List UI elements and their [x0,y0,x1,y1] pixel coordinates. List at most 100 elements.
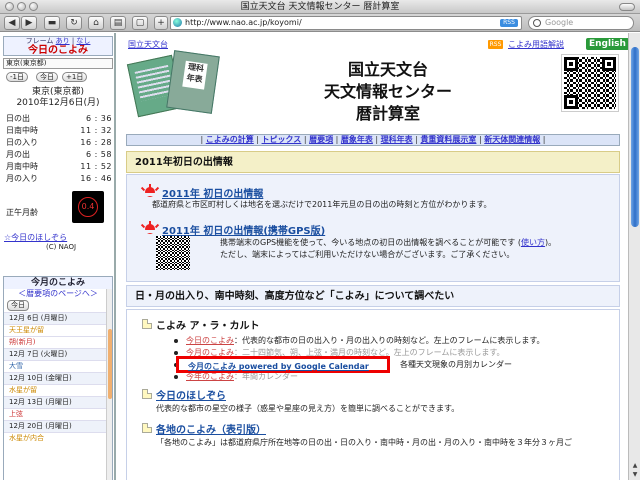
calendar-event: 水星が留 [4,384,112,396]
today-koyomi-link[interactable]: 今日のこよみ [186,336,234,345]
hoshizora-heading-link[interactable]: 今日のほしぞら [156,387,226,402]
address-url: http://www.nao.ac.jp/koyomi/ [185,18,302,27]
kakuchi-heading-link[interactable]: 各地のこよみ（表引版） [156,421,266,436]
site-nav: | こよみの計算 | トピックス | 暦要項 | 暦象年表 | 理科年表 | 貴… [126,134,620,146]
nav-calc[interactable]: こよみの計算 [206,135,254,144]
frame-on-link[interactable]: あり [56,37,70,45]
kakuchi-desc: 「各地のこよみ」は都道府県庁所在地等の日の出・日の入り・南中時・月の出・月の入り… [156,438,572,447]
qr-code-small [156,236,190,270]
home-icon[interactable]: ⌂ [88,16,104,30]
close-window-button[interactable] [5,2,14,11]
toolbar-toggle-button[interactable] [619,3,635,11]
rss-button[interactable]: RSS [500,19,518,27]
search-field[interactable]: Google [528,16,634,30]
hatsuhinode-link[interactable]: 2011年 初日の出情報 [162,185,263,200]
copyright: (C) NAOJ [46,243,77,251]
time-row: 月の入り 16 : 46 [6,174,112,183]
list-item: 今日のこよみ：代表的な都市の日の出入り・月の出入りの時刻など。左上のフレームに表… [174,335,545,347]
note-icon [142,423,152,433]
minimize-window-button[interactable] [17,2,26,11]
location-select[interactable]: 東京(東京都) [3,58,113,69]
time-row: 月の出 6 : 58 [6,150,112,159]
sunrise-icon [140,221,160,234]
today-button[interactable]: 今日 [36,72,58,82]
hoshizora-link[interactable]: ☆今日のほしぞら [4,232,67,243]
new-tab-icon[interactable]: ▢ [132,16,148,30]
time-row: 月南中時 11 : 52 [6,162,112,171]
main-scrollbar[interactable]: ▲ ▼ [628,33,640,480]
title-line: 暦計算室 [355,104,420,123]
search-icon [533,19,541,27]
book-label: 理科 年表 [182,60,208,90]
qr-code [561,54,619,112]
section-header-koyomi: 日・月の出入り、南中時刻、高度方位など「こよみ」について調べたい [126,285,620,307]
nav-new-objects[interactable]: 新天体関連情報 [484,135,540,144]
moon-age-value: 0.4 [81,202,95,211]
calendar-date: 12月 6日 (月曜日) [4,312,112,324]
nav-rekisho-nenpyo[interactable]: 暦象年表 [341,135,373,144]
frame-label: フレーム [25,37,54,45]
moon-phase-image: 0.4 [72,191,104,223]
calendar-event: 朔(新月) [4,336,112,348]
glossary-link[interactable]: こよみ用語解説 [508,39,564,50]
today-title: 今日のこよみ [28,45,88,56]
alacarte-heading: こよみ ア・ラ・カルト [156,321,260,332]
browser-toolbar: ◀ ▶ ▬ ↻ ⌂ ▤ ▢ + http://www.nao.ac.jp/koy… [0,14,640,32]
google-calendar-link[interactable]: 今月のこよみ powered by Google Calendar [188,361,369,372]
scroll-up-icon[interactable]: ▲ [631,462,639,470]
globe-icon [173,18,182,27]
main-frame: 国立天文台 理科 年表 国立天文台 天文情報センター 暦計算室 RSS こよみ用… [118,33,628,480]
month-calendar: 今月のこよみ ＜暦要項のページへ＞ 今日 12月 6日 (月曜日) 天王星が留 朔(… [3,276,113,480]
gps-desc-2: ただし、端末によってはご利用いただけない場合がございます。ご了承ください。 [220,250,515,259]
nav-rare-materials[interactable]: 貴重資料展示室 [420,135,476,144]
calendar-date: 12月 10日 (金曜日) [4,372,112,384]
calendar-today-button[interactable]: 今日 [7,300,29,311]
gps-desc-1: 携帯端末のGPS機能を使って、今いる地点の初日の出情報を調べることが可能です (… [220,238,557,247]
scroll-down-icon[interactable]: ▼ [631,471,639,479]
forward-arrow-icon[interactable]: ▶ [21,16,37,30]
calendar-event: 大雪 [4,360,112,372]
calendar-scrollbar[interactable] [106,289,112,480]
today-times: 日の出 6 : 36 日南中時 11 : 32 日の入り 16 : 28 月の出 6 :… [6,113,112,185]
time-row: 日南中時 11 : 32 [6,126,112,135]
search-placeholder: Google [545,18,574,27]
usage-link[interactable]: 使い方 [521,238,545,247]
almanac-page-link[interactable]: ＜暦要項のページへ＞ [4,289,112,299]
prev-day-button[interactable]: -1日 [6,72,28,82]
english-button[interactable]: English [586,38,628,50]
nao-top-link[interactable]: 国立天文台 [128,39,168,50]
calendar-scroll-thumb[interactable] [108,329,112,399]
title-bar: 国立天文台 天文情報センター 暦計算室 [0,0,640,14]
title-line: 国立天文台 [347,60,428,79]
bookmark-icon[interactable]: ▤ [110,16,126,30]
calendar-date: 12月 13日 (月曜日) [4,396,112,408]
hoshizora-desc: 代表的な都市の星空の様子（惑星や星座の見え方）を簡単に調べることができます。 [156,404,460,413]
calendar-event: 上弦 [4,408,112,420]
text-smaller-icon[interactable]: ▬ [44,16,60,30]
calendar-event: 天王星が留 [4,324,112,336]
current-date: 2010年12月6日(月) [16,98,100,108]
nav-rika-nenpyo[interactable]: 理科年表 [381,135,413,144]
time-row: 日の入り 16 : 28 [6,138,112,147]
zoom-window-button[interactable] [29,2,38,11]
window-title: 国立天文台 天文情報センター 暦計算室 [240,2,400,12]
back-arrow-icon[interactable]: ◀ [4,16,20,30]
month-calendar-title: 今月のこよみ [4,277,112,289]
add-bookmark-icon[interactable]: + [154,16,168,30]
reload-icon[interactable]: ↻ [66,16,82,30]
note-icon [142,389,152,399]
hatsuhinode-gps-link[interactable]: 2011年 初日の出情報(携帯GPS版) [162,222,325,237]
page-title: 国立天文台 天文情報センター 暦計算室 [308,59,468,125]
year-koyomi-link[interactable]: 今年のこよみ [186,372,234,381]
title-line: 天文情報センター [323,82,452,101]
address-bar[interactable]: http://www.nao.ac.jp/koyomi/ RSS [170,16,522,30]
main-scroll-thumb[interactable] [631,47,639,227]
frame-off-link[interactable]: なし [76,37,90,45]
nav-topics[interactable]: トピックス [262,135,302,144]
book-icon: 理科 年表 [166,50,220,114]
rika-nenpyo-book-image: 理科 年表 [126,50,226,123]
rss-icon[interactable]: RSS [488,40,503,49]
next-day-button[interactable]: +1日 [62,72,88,82]
nav-koyomi-yoko[interactable]: 暦要項 [309,135,333,144]
frame-toggle: フレーム あり | なし [25,37,91,45]
